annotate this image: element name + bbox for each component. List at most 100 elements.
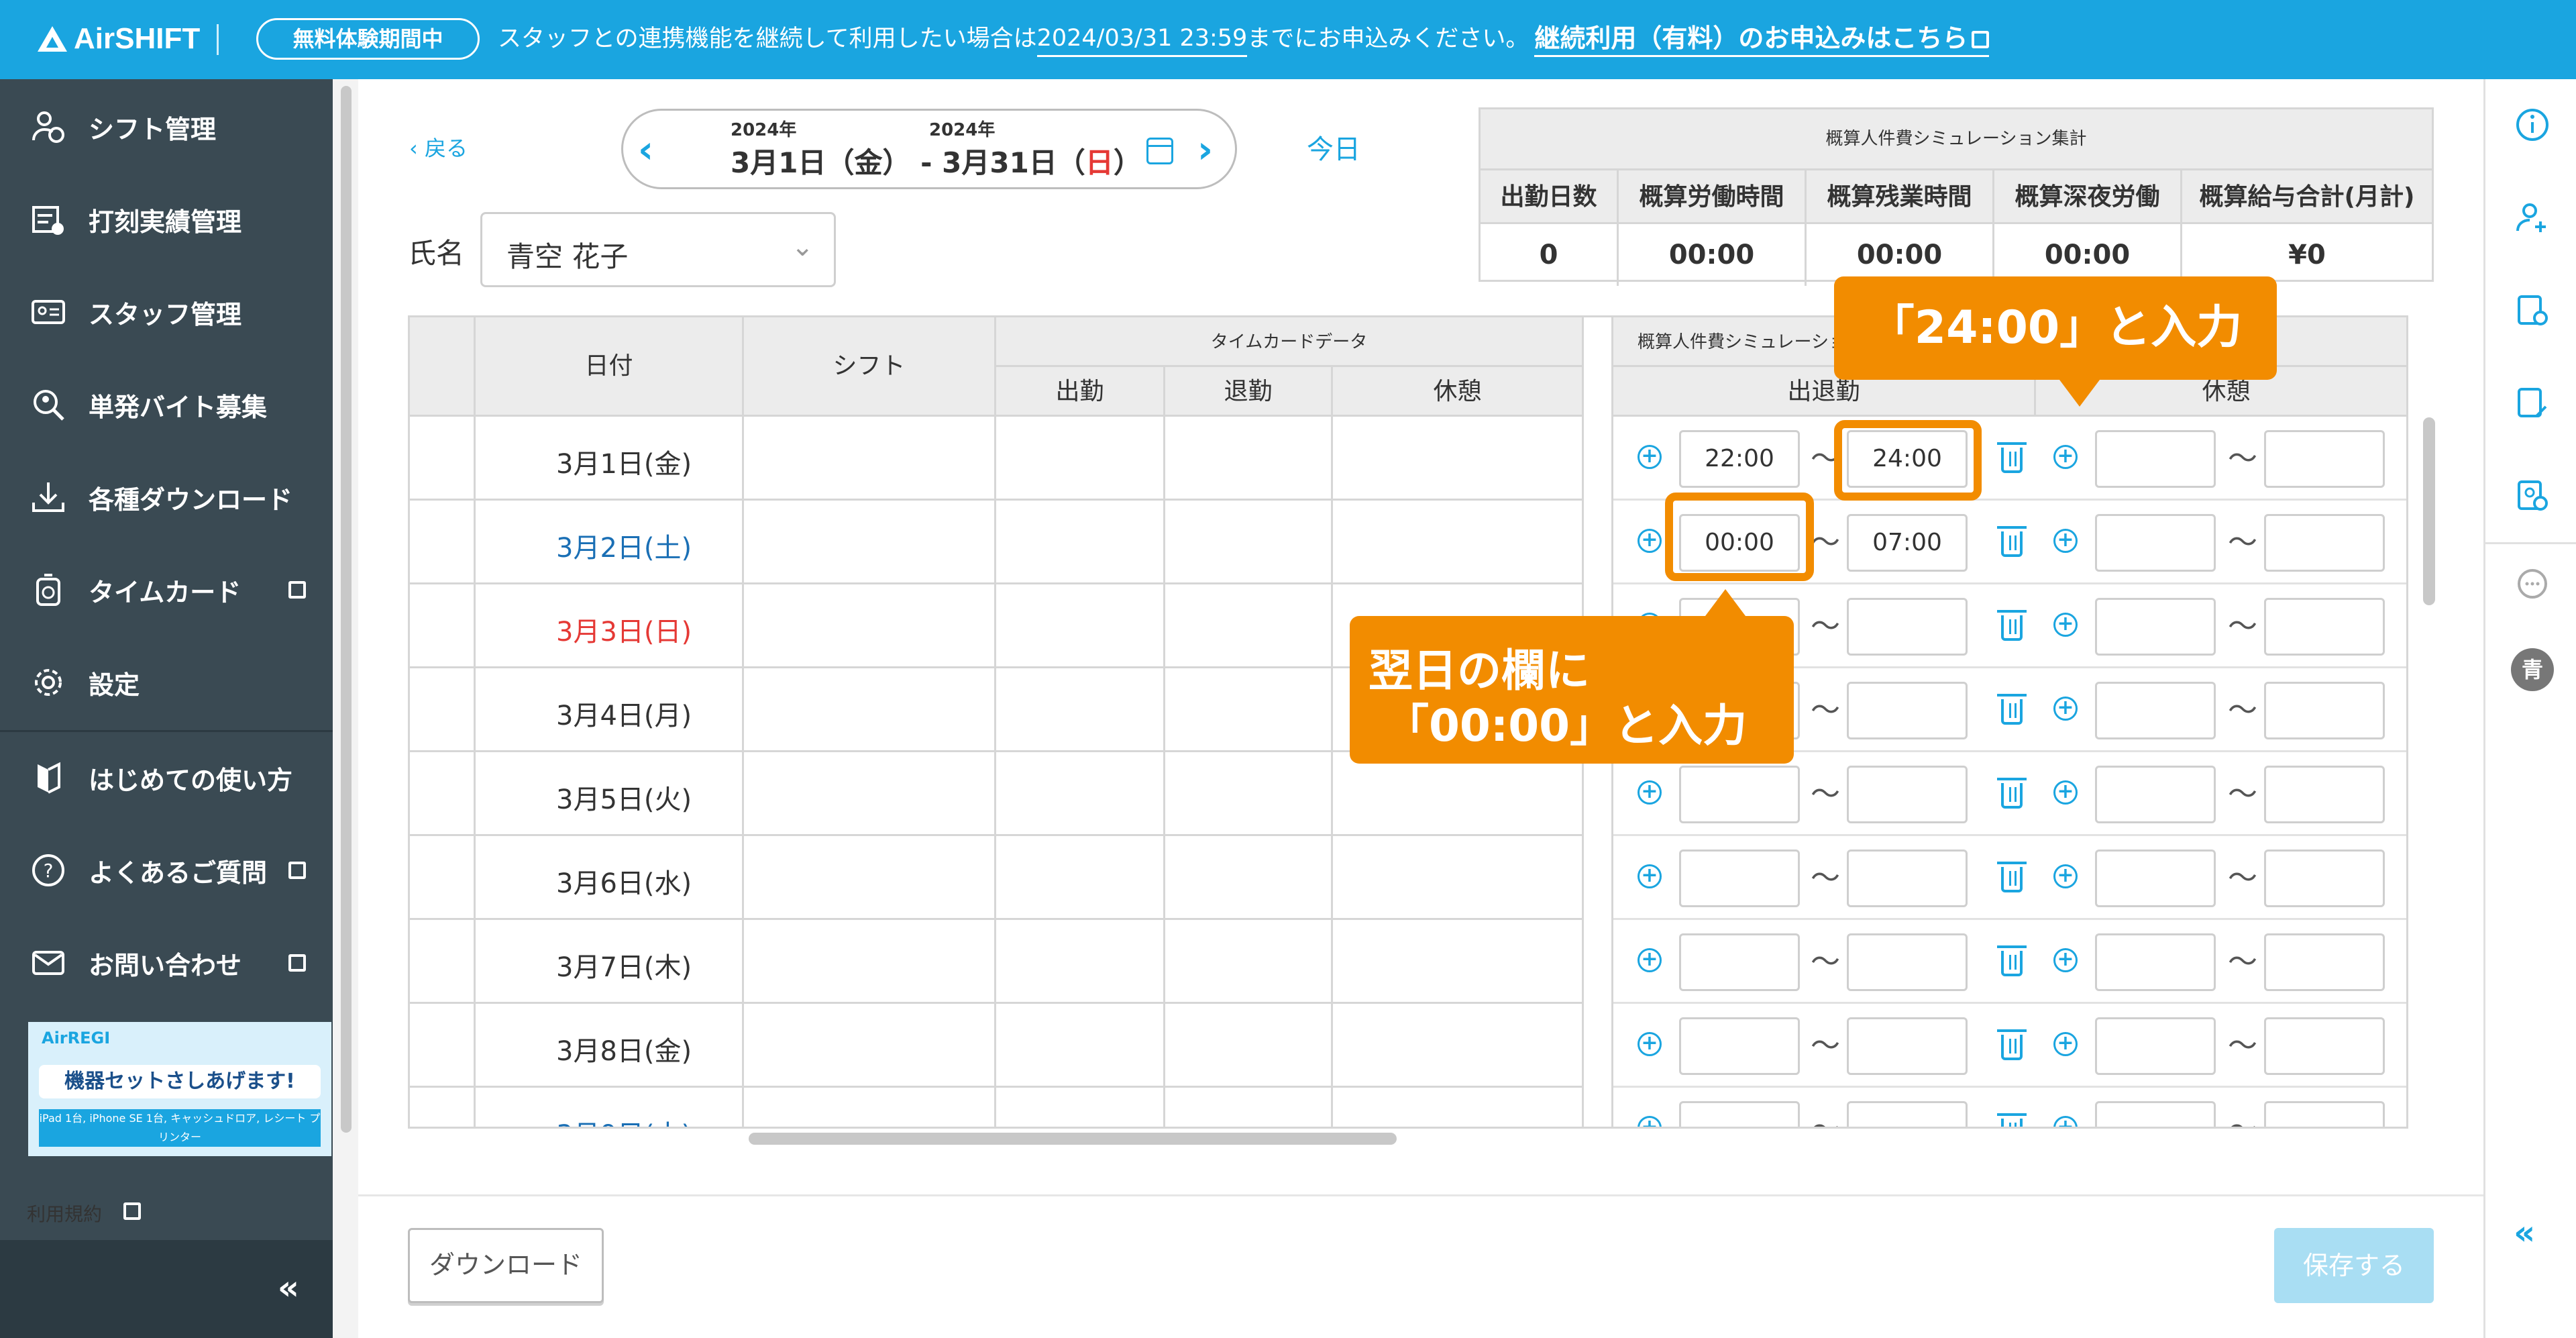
continue-subscription-link-text: 継続利用（有料）のお申込みはこちら xyxy=(1534,23,1968,53)
calendar-icon[interactable] xyxy=(1146,138,1173,164)
sim-end-input[interactable] xyxy=(1847,766,1968,823)
sim-break-start-input[interactable] xyxy=(2095,514,2216,572)
sidebar-collapse-button[interactable]: « xyxy=(0,1240,333,1338)
trash-icon[interactable] xyxy=(1997,610,2027,641)
trash-icon[interactable] xyxy=(1997,862,2027,892)
sim-start-input[interactable] xyxy=(1679,1101,1800,1127)
sidebar-item-guide[interactable]: はじめての使い方 xyxy=(0,731,333,824)
sim-break-start-input[interactable] xyxy=(2095,682,2216,739)
sim-end-input[interactable] xyxy=(1847,933,1968,991)
sidebar-item-download[interactable]: 各種ダウンロード xyxy=(0,451,333,544)
sidebar-item-contact[interactable]: お問い合わせ xyxy=(0,917,333,1009)
add-break-button[interactable]: + xyxy=(2053,445,2078,469)
add-break-button[interactable]: + xyxy=(2053,864,2078,888)
add-break-button[interactable]: + xyxy=(2053,697,2078,721)
sim-break-end-input[interactable] xyxy=(2264,1017,2385,1075)
shift-edit-icon[interactable] xyxy=(2514,384,2551,421)
add-inout-button[interactable]: + xyxy=(1638,445,1662,469)
range-start-year: 2024年 xyxy=(731,120,797,140)
sim-end-input[interactable] xyxy=(1847,1017,1968,1075)
sidebar-item-faq[interactable]: ? よくあるご質問 xyxy=(0,824,333,917)
sidebar-item-timecard[interactable]: タイムカード xyxy=(0,544,333,636)
back-link[interactable]: ‹ 戻る xyxy=(409,132,468,162)
table-vertical-scrollbar[interactable] xyxy=(2423,417,2435,605)
add-break-button[interactable]: + xyxy=(2053,613,2078,637)
add-break-button[interactable]: + xyxy=(2053,1116,2078,1127)
add-break-button[interactable]: + xyxy=(2053,948,2078,972)
sidebar-scrollbar-thumb[interactable] xyxy=(341,86,352,1133)
terms-link[interactable]: 利用規約 xyxy=(0,1186,333,1240)
add-inout-button[interactable]: + xyxy=(1638,1116,1662,1127)
sim-end-input[interactable] xyxy=(1847,598,1968,656)
info-icon[interactable] xyxy=(2514,106,2551,144)
chat-icon[interactable] xyxy=(2514,566,2551,604)
trash-icon[interactable] xyxy=(1997,526,2027,557)
sim-start-input[interactable] xyxy=(1679,1017,1800,1075)
sidebar-item-shift[interactable]: シフト管理 xyxy=(0,81,333,173)
sim-row: + 〜 + 〜 xyxy=(1613,1004,2406,1088)
sidebar-item-timeclock[interactable]: 打刻実績管理 xyxy=(0,173,333,266)
sim-end-input[interactable] xyxy=(1847,1101,1968,1127)
sidebar-item-staff[interactable]: スタッフ管理 xyxy=(0,266,333,358)
sim-end-input[interactable]: 07:00 xyxy=(1847,514,1968,572)
sim-break-start-input[interactable] xyxy=(2095,1101,2216,1127)
add-break-button[interactable]: + xyxy=(2053,1032,2078,1056)
sim-break-end-input[interactable] xyxy=(2264,850,2385,907)
sim-start-input[interactable]: 22:00 xyxy=(1679,430,1800,488)
staff-check-icon[interactable] xyxy=(2514,476,2551,514)
sim-break-start-input[interactable] xyxy=(2095,766,2216,823)
sim-break-start-input[interactable] xyxy=(2095,598,2216,656)
staff-name-select[interactable]: 青空 花子 ⌄ xyxy=(480,212,836,287)
sim-end-input[interactable] xyxy=(1847,850,1968,907)
sim-break-start-input[interactable] xyxy=(2095,1017,2216,1075)
sim-start-input[interactable] xyxy=(1679,766,1800,823)
add-inout-button[interactable]: + xyxy=(1638,529,1662,553)
sim-break-start-input[interactable] xyxy=(2095,430,2216,488)
right-panel-collapse-icon[interactable]: « xyxy=(2514,1213,2535,1252)
sim-break-end-input[interactable] xyxy=(2264,766,2385,823)
trash-icon[interactable] xyxy=(1997,442,2027,473)
today-button[interactable]: 今日 xyxy=(1307,127,1360,166)
sim-start-input[interactable] xyxy=(1679,933,1800,991)
sim-break-end-input[interactable] xyxy=(2264,514,2385,572)
callout-enter-2400: 「24:00」と入力 xyxy=(1834,276,2277,407)
add-break-button[interactable]: + xyxy=(2053,529,2078,553)
sim-break-start-input[interactable] xyxy=(2095,933,2216,991)
add-inout-button[interactable]: + xyxy=(1638,948,1662,972)
save-button[interactable]: 保存する xyxy=(2274,1228,2434,1303)
sidebar-item-recruit[interactable]: 単発バイト募集 xyxy=(0,358,333,451)
sim-break-end-input[interactable] xyxy=(2264,933,2385,991)
download-button[interactable]: ダウンロード xyxy=(408,1228,604,1303)
table-row: 3月1日(金) xyxy=(410,417,1584,501)
trash-icon[interactable] xyxy=(1997,1113,2027,1127)
trash-icon[interactable] xyxy=(1997,945,2027,976)
next-period-button[interactable]: › xyxy=(1197,128,1213,172)
sim-start-input[interactable] xyxy=(1679,850,1800,907)
sim-break-end-input[interactable] xyxy=(2264,430,2385,488)
sim-end-input[interactable] xyxy=(1847,682,1968,739)
highlight-next-day-start xyxy=(1665,493,1814,581)
sim-break-end-input[interactable] xyxy=(2264,1101,2385,1127)
avatar[interactable]: 青 xyxy=(2511,648,2554,691)
row-date: 3月5日(火) xyxy=(556,784,692,815)
sim-break-end-input[interactable] xyxy=(2264,598,2385,656)
trash-icon[interactable] xyxy=(1997,778,2027,809)
add-inout-button[interactable]: + xyxy=(1638,1032,1662,1056)
add-inout-button[interactable]: + xyxy=(1638,780,1662,805)
app-logo[interactable]: AirSHIFT xyxy=(38,17,200,60)
trash-icon[interactable] xyxy=(1997,1029,2027,1060)
sim-break-start-input[interactable] xyxy=(2095,850,2216,907)
add-inout-button[interactable]: + xyxy=(1638,864,1662,888)
airregi-banner[interactable]: AirREGI 機器セットさしあげます! iPad 1台, iPhone SE … xyxy=(28,1022,331,1156)
prev-period-button[interactable]: ‹ xyxy=(638,128,653,172)
sidebar-item-settings[interactable]: 設定 xyxy=(0,636,333,729)
table-horizontal-scrollbar[interactable] xyxy=(749,1133,1397,1145)
cost-summary-table: 概算人件費シミュレーション集計 出勤日数 概算労働時間 概算残業時間 概算深夜労… xyxy=(1479,107,2434,286)
trash-icon[interactable] xyxy=(1997,694,2027,725)
add-staff-icon[interactable] xyxy=(2514,199,2551,236)
sim-break-end-input[interactable] xyxy=(2264,682,2385,739)
continue-subscription-link[interactable]: 継続利用（有料）のお申込みはこちら xyxy=(1534,21,1990,57)
shift-check-icon[interactable] xyxy=(2514,291,2551,329)
add-break-button[interactable]: + xyxy=(2053,780,2078,805)
row-date: 3月7日(木) xyxy=(556,952,692,983)
